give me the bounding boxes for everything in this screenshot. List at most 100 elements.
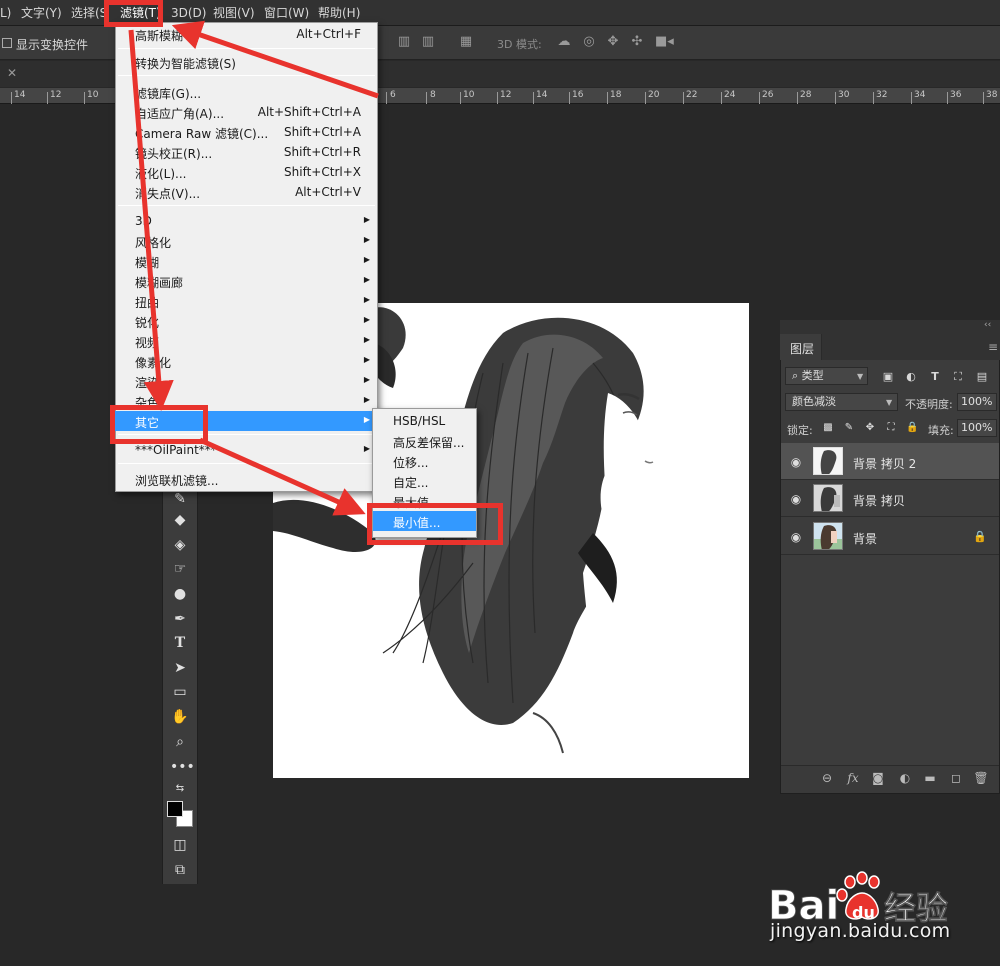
paint-bucket-tool-icon[interactable]: ◈: [170, 535, 190, 555]
annotation-box-filter-menu: [104, 0, 163, 27]
menu-item-blur[interactable]: 模糊 ▶: [115, 251, 378, 271]
menu-item-sharpen[interactable]: 锐化 ▶: [115, 311, 378, 331]
show-transform-checkbox[interactable]: [2, 38, 12, 48]
chevron-right-icon: ▶: [363, 444, 370, 453]
menu-item-browse-online-filters[interactable]: 浏览联机滤镜...: [115, 469, 378, 489]
blend-mode-select[interactable]: 颜色减淡: [785, 393, 898, 411]
eye-icon[interactable]: ◉: [789, 455, 803, 469]
new-layer-icon[interactable]: ◻: [948, 770, 964, 786]
layer-name: 背景 拷贝: [853, 494, 905, 508]
pen-tool-icon[interactable]: ✒: [170, 609, 190, 629]
opacity-input[interactable]: 100%: [957, 393, 997, 411]
rectangle-tool-icon[interactable]: ▭: [170, 682, 190, 702]
eye-icon[interactable]: ◉: [789, 492, 803, 506]
menu-view[interactable]: 视图(V): [213, 5, 255, 21]
menu-window[interactable]: 窗口(W): [264, 5, 309, 21]
menu-item-liquify[interactable]: 液化(L)... Shift+Ctrl+X: [115, 162, 378, 182]
layer-name: 背景 拷贝 2: [853, 457, 917, 471]
ruler-tick-label: 6: [390, 90, 396, 100]
adjustment-filter-icon[interactable]: ◐: [904, 370, 918, 384]
pixel-filter-icon[interactable]: ▣: [881, 370, 895, 384]
new-group-icon[interactable]: ▬: [922, 770, 938, 786]
foreground-color-swatch[interactable]: [167, 801, 183, 817]
smart-object-filter-icon[interactable]: ▤: [975, 370, 989, 384]
layers-panel: [780, 320, 1000, 794]
add-mask-icon[interactable]: ◙: [870, 770, 886, 786]
layer-thumbnail: [813, 447, 843, 475]
brush-tool-icon[interactable]: ✎: [170, 489, 190, 509]
lock-all-icon[interactable]: 🔒: [906, 422, 918, 434]
menu-item-video[interactable]: 视频 ▶: [115, 331, 378, 351]
roll-3d-icon[interactable]: ◎: [582, 35, 596, 49]
slide-3d-icon[interactable]: ✣: [630, 35, 644, 49]
distribute-icon[interactable]: ▦: [459, 35, 473, 49]
panel-menu-icon[interactable]: ≡: [988, 340, 998, 354]
delete-layer-icon[interactable]: 🗑: [973, 770, 989, 786]
dodge-tool-icon[interactable]: ●: [170, 584, 190, 604]
new-adjustment-icon[interactable]: ◐: [897, 770, 913, 786]
submenu-item-hsb-hsl[interactable]: HSB/HSL: [373, 411, 476, 431]
menu-item-filter-gallery[interactable]: 滤镜库(G)...: [115, 82, 378, 102]
menu-item-pixelate[interactable]: 像素化 ▶: [115, 351, 378, 371]
more-tools-icon[interactable]: •••: [170, 757, 195, 777]
type-filter-icon[interactable]: T: [928, 370, 942, 384]
chevron-right-icon: ▶: [363, 215, 370, 224]
lock-transparent-icon[interactable]: ▩: [822, 422, 834, 434]
eye-icon[interactable]: ◉: [789, 530, 803, 544]
lock-position-icon[interactable]: ✥: [864, 422, 876, 434]
close-icon[interactable]: ✕: [7, 66, 17, 80]
menu-item-convert-smart-filter[interactable]: 转换为智能滤镜(S): [115, 52, 378, 72]
menu-item-stylize[interactable]: 风格化 ▶: [115, 231, 378, 251]
menu-3d[interactable]: 3D(D): [171, 5, 206, 21]
ruler-tick-label: 32: [876, 90, 888, 100]
fill-input[interactable]: 100%: [957, 419, 997, 437]
hand-tool-icon[interactable]: ✋: [170, 707, 190, 727]
align-right-icon[interactable]: ▥: [421, 35, 435, 49]
menu-type[interactable]: 文字(Y): [21, 5, 62, 21]
eraser-tool-icon[interactable]: ◆: [170, 510, 190, 530]
swap-colors-icon[interactable]: ⇆: [170, 779, 190, 799]
search-icon: ⌕: [792, 369, 799, 382]
ruler-tick-label: 16: [572, 90, 584, 100]
menu-item-lens-correction[interactable]: 镜头校正(R)... Shift+Ctrl+R: [115, 142, 378, 162]
align-center-icon[interactable]: ▥: [397, 35, 411, 49]
screen-mode-icon[interactable]: ⧉: [170, 860, 190, 880]
menu-item-camera-raw[interactable]: Camera Raw 滤镜(C)... Shift+Ctrl+A: [115, 122, 378, 142]
menu-item-render[interactable]: 渲染 ▶: [115, 371, 378, 391]
smudge-tool-icon[interactable]: ☞: [170, 559, 190, 579]
menu-separator: [118, 75, 375, 76]
menu-item-vanishing-point[interactable]: 消失点(V)... Alt+Ctrl+V: [115, 182, 378, 202]
lock-image-icon[interactable]: ✎: [843, 422, 855, 434]
fx-button[interactable]: fx: [845, 770, 861, 786]
collapse-panel-icon[interactable]: ‹‹: [984, 320, 991, 330]
layer-filter-kind[interactable]: ⌕ 类型: [785, 367, 868, 385]
show-transform-label: 显示变换控件: [16, 38, 89, 52]
path-selection-tool-icon[interactable]: ➤: [170, 658, 190, 678]
chevron-right-icon: ▶: [363, 415, 370, 424]
quick-mask-icon[interactable]: ◫: [170, 835, 190, 855]
menu-item-gaussian-blur[interactable]: 高斯模糊 Alt+Ctrl+F: [115, 24, 378, 44]
zoom-tool-icon[interactable]: ⌕: [170, 732, 190, 752]
chevron-down-icon: ▼: [886, 398, 893, 407]
link-layers-icon[interactable]: ⊖: [819, 770, 835, 786]
submenu-item-offset[interactable]: 位移...: [373, 451, 476, 471]
orbit-3d-icon[interactable]: ☁: [557, 35, 571, 49]
submenu-item-high-pass[interactable]: 高反差保留...: [373, 431, 476, 451]
lock-icon: 🔒: [973, 530, 987, 543]
ruler-tick-label: 10: [87, 90, 99, 100]
submenu-item-custom[interactable]: 自定...: [373, 471, 476, 491]
menu-select[interactable]: 选择(S: [71, 5, 107, 21]
type-tool-icon[interactable]: T: [170, 633, 190, 653]
menu-help[interactable]: 帮助(H): [318, 5, 360, 21]
menu-type-partial[interactable]: L): [0, 5, 11, 21]
ruler-tick-label: 38: [986, 90, 998, 100]
lock-artboard-icon[interactable]: ⛶: [885, 422, 897, 434]
camera-3d-icon[interactable]: ■◂: [655, 35, 674, 49]
drag-3d-icon[interactable]: ✥: [606, 35, 620, 49]
menu-item-blur-gallery[interactable]: 模糊画廊 ▶: [115, 271, 378, 291]
menu-item-3d[interactable]: 3D ▶: [115, 211, 378, 231]
shape-filter-icon[interactable]: ⛶: [951, 370, 965, 384]
menu-item-distort[interactable]: 扭曲 ▶: [115, 291, 378, 311]
watermark-url: jingyan.baidu.com: [770, 920, 951, 942]
menu-item-adaptive-wide-angle[interactable]: 自适应广角(A)... Alt+Shift+Ctrl+A: [115, 102, 378, 122]
